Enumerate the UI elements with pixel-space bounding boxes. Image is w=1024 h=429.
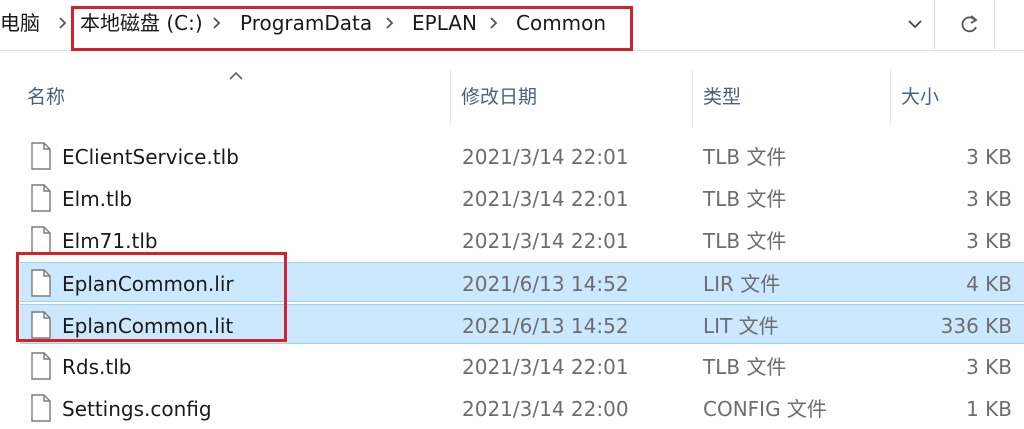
file-name: Rds.tlb <box>62 355 132 379</box>
file-row[interactable]: Rds.tlb 2021/3/14 22:01 TLB 文件 3 KB <box>20 346 1024 386</box>
column-divider[interactable] <box>450 70 451 126</box>
file-type: TLB 文件 <box>703 229 787 253</box>
file-icon <box>31 394 51 426</box>
column-header-type[interactable]: 类型 <box>703 84 741 110</box>
file-size: 3 KB <box>966 355 1012 379</box>
breadcrumb-item-this-pc[interactable]: 电脑 <box>0 10 40 36</box>
file-row[interactable]: Elm.tlb 2021/3/14 22:01 TLB 文件 3 KB <box>20 178 1024 218</box>
selection-highlight-box <box>16 252 287 342</box>
column-header-size[interactable]: 大小 <box>901 84 939 110</box>
file-size: 3 KB <box>966 145 1012 169</box>
file-modified: 2021/3/14 22:01 <box>462 355 629 379</box>
file-type: LIT 文件 <box>703 314 779 338</box>
file-size: 3 KB <box>966 187 1012 211</box>
file-size: 336 KB <box>940 314 1012 338</box>
file-size: 3 KB <box>966 229 1012 253</box>
file-modified: 2021/6/13 14:52 <box>462 314 629 338</box>
file-type: TLB 文件 <box>703 355 787 379</box>
file-type: TLB 文件 <box>703 187 787 211</box>
sort-ascending-icon <box>228 66 244 85</box>
file-name: Elm71.tlb <box>62 229 158 253</box>
column-divider[interactable] <box>890 70 891 126</box>
file-icon <box>31 184 51 216</box>
column-header-modified[interactable]: 修改日期 <box>461 84 537 110</box>
file-name: EClientService.tlb <box>62 145 239 169</box>
chevron-right-icon[interactable] <box>56 14 70 32</box>
file-icon <box>31 352 51 384</box>
file-modified: 2021/6/13 14:52 <box>462 272 629 296</box>
refresh-button[interactable] <box>946 0 995 49</box>
file-icon <box>31 142 51 174</box>
address-highlight-box <box>71 6 633 51</box>
file-modified: 2021/3/14 22:01 <box>462 229 629 253</box>
file-modified: 2021/3/14 22:01 <box>462 187 629 211</box>
file-modified: 2021/3/14 22:00 <box>462 397 629 421</box>
column-header-name[interactable]: 名称 <box>27 84 65 110</box>
refresh-icon <box>961 15 978 33</box>
file-type: LIR 文件 <box>703 272 781 296</box>
column-divider[interactable] <box>692 70 693 126</box>
file-row[interactable]: EClientService.tlb 2021/3/14 22:01 TLB 文… <box>20 136 1024 176</box>
file-name: Settings.config <box>62 397 212 421</box>
file-type: CONFIG 文件 <box>703 397 827 421</box>
chevron-down-icon[interactable] <box>900 12 930 38</box>
file-size: 4 KB <box>966 272 1012 296</box>
file-row[interactable]: Settings.config 2021/3/14 22:00 CONFIG 文… <box>20 388 1024 428</box>
file-size: 1 KB <box>966 397 1012 421</box>
file-type: TLB 文件 <box>703 145 787 169</box>
file-modified: 2021/3/14 22:01 <box>462 145 629 169</box>
file-name: Elm.tlb <box>62 187 133 211</box>
